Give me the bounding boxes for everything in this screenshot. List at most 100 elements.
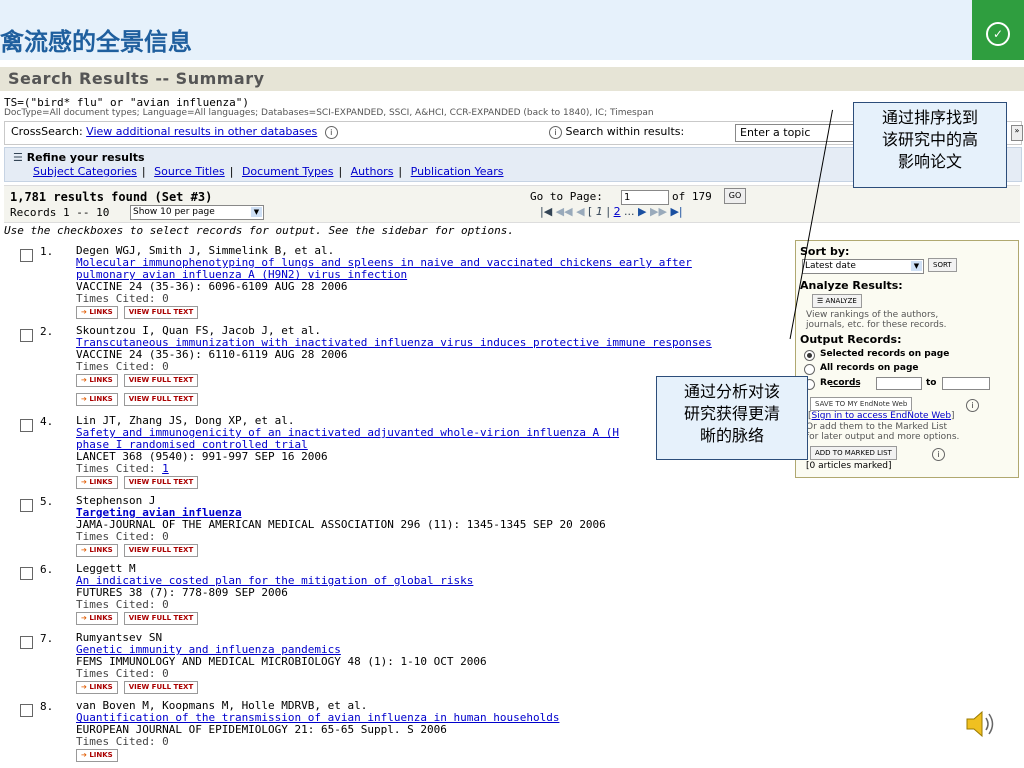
- records-range: Records 1 -- 10: [10, 206, 110, 219]
- record-checkbox[interactable]: [20, 419, 33, 432]
- endnote-signin: [Sign in to access EndNote Web]: [808, 411, 955, 421]
- record-title[interactable]: Molecular immunophenotyping of lungs and…: [76, 257, 776, 281]
- list-icon: ☰: [817, 297, 826, 305]
- current-page: 1: [595, 205, 603, 218]
- marked-desc-line-1: Or add them to the Marked List: [806, 422, 948, 432]
- analyze-desc-line-1: View rankings of the authors,: [806, 310, 939, 320]
- view-full-text-button[interactable]: VIEW FULL TEXT: [123, 306, 199, 319]
- radio-selected-records[interactable]: [804, 350, 815, 361]
- times-cited: Times Cited: 0: [76, 530, 169, 543]
- record-source: EUROPEAN JOURNAL OF EPIDEMIOLOGY 21: 65-…: [76, 723, 447, 736]
- refine-publication-years[interactable]: Publication Years: [411, 165, 504, 178]
- record-checkbox[interactable]: [20, 636, 33, 649]
- view-full-text-button[interactable]: VIEW FULL TEXT: [123, 681, 199, 694]
- record-checkbox[interactable]: [20, 567, 33, 580]
- refine-authors[interactable]: Authors: [351, 165, 394, 178]
- range-to-label: to: [926, 378, 937, 388]
- record-number: 5.: [40, 495, 54, 508]
- links-button[interactable]: ➔ LINKS: [76, 749, 118, 762]
- endnote-signin-link[interactable]: Sign in to access EndNote Web: [812, 411, 952, 421]
- pager: |◀ ◀◀ ◀ [ 1 | 2 ... ▶ ▶▶ ▶|: [540, 205, 683, 218]
- refine-links: Subject Categories | Source Titles | Docum…: [33, 165, 504, 178]
- next-ten-icon[interactable]: ▶▶: [650, 205, 667, 218]
- analyze-callout: 通过分析对该 研究获得更清 晰的脉络: [656, 376, 808, 460]
- view-full-text-button[interactable]: VIEW FULL TEXT: [123, 612, 199, 625]
- links-button[interactable]: ➔ LINKS: [76, 681, 118, 694]
- prev-ten-icon[interactable]: ◀◀: [556, 205, 573, 218]
- radio-label: Selected records on page: [820, 349, 950, 359]
- view-full-text-button[interactable]: VIEW FULL TEXT: [123, 544, 199, 557]
- record-source: FEMS IMMUNOLOGY AND MEDICAL MICROBIOLOGY…: [76, 655, 487, 668]
- circle-icon: ✓: [986, 22, 1010, 46]
- record-number: 7.: [40, 632, 54, 645]
- crosssearch-label-row: CrossSearch: View additional results in …: [11, 125, 338, 139]
- record-number: 4.: [40, 415, 54, 428]
- record-to-input[interactable]: [942, 377, 990, 390]
- sort-callout: 通过排序找到 该研究中的高 影响论文: [853, 102, 1007, 188]
- refine-document-types[interactable]: Document Types: [242, 165, 333, 178]
- radio-label: All records on page: [820, 363, 919, 373]
- times-cited: Times Cited: 0: [76, 735, 169, 748]
- record-checkbox[interactable]: [20, 249, 33, 262]
- page-link-2[interactable]: 2: [614, 205, 621, 218]
- record-checkbox[interactable]: [20, 499, 33, 512]
- save-to-endnote-button[interactable]: SAVE TO MY EndNote Web: [810, 397, 913, 411]
- per-page-select[interactable]: Show 10 per page ▼: [130, 205, 264, 220]
- chevron-down-icon: ▼: [251, 207, 262, 217]
- search-within-input[interactable]: Enter a topic: [735, 124, 871, 142]
- goto-page-label: Go to Page:: [530, 190, 603, 203]
- page-total: of 179: [672, 190, 712, 203]
- callout-pointer-line: [830, 386, 860, 387]
- info-icon[interactable]: i: [966, 399, 979, 412]
- chevron-down-icon: ▼: [911, 261, 922, 271]
- links-button[interactable]: ➔ LINKS: [76, 476, 118, 489]
- goto-page-input[interactable]: 1: [621, 190, 669, 205]
- record-number: 1.: [40, 245, 54, 258]
- view-full-text-button[interactable]: VIEW FULL TEXT: [123, 393, 199, 406]
- record-source: FUTURES 38 (7): 778-809 SEP 2006: [76, 586, 288, 599]
- next-page-icon[interactable]: ▶: [638, 205, 646, 218]
- marked-count: [0 articles marked]: [806, 461, 892, 471]
- info-icon[interactable]: i: [324, 125, 338, 139]
- times-cited: Times Cited: 1: [76, 462, 169, 475]
- links-button[interactable]: ➔ LINKS: [76, 393, 118, 406]
- times-cited-link[interactable]: 1: [162, 462, 169, 475]
- times-cited: Times Cited: 0: [76, 598, 169, 611]
- search-within-label: Search within results:: [565, 125, 685, 138]
- first-page-icon[interactable]: |◀: [540, 205, 552, 218]
- links-button[interactable]: ➔ LINKS: [76, 306, 118, 319]
- links-button[interactable]: ➔ LINKS: [76, 374, 118, 387]
- sort-select[interactable]: Latest date ▼: [802, 259, 924, 274]
- sort-button[interactable]: SORT: [928, 258, 957, 272]
- info-icon[interactable]: i: [549, 125, 562, 139]
- times-cited: Times Cited: 0: [76, 667, 169, 680]
- radio-all-records[interactable]: [804, 364, 815, 375]
- links-button[interactable]: ➔ LINKS: [76, 612, 118, 625]
- info-icon[interactable]: i: [932, 448, 945, 461]
- record-number: 8.: [40, 700, 54, 713]
- view-full-text-button[interactable]: VIEW FULL TEXT: [123, 374, 199, 387]
- analyze-desc-line-2: journals, etc. for these records.: [806, 320, 947, 330]
- output-sidebar: Sort by: Latest date ▼ SORT Analyze Resul…: [795, 240, 1019, 478]
- instruction-text: Use the checkboxes to select records for…: [4, 224, 514, 237]
- goto-page-button[interactable]: GO: [724, 188, 746, 204]
- refine-source-titles[interactable]: Source Titles: [154, 165, 225, 178]
- refine-subject-categories[interactable]: Subject Categories: [33, 165, 137, 178]
- last-page-icon[interactable]: ▶|: [670, 205, 682, 218]
- refine-heading: ☰ Refine your results: [13, 151, 145, 164]
- speaker-icon[interactable]: [965, 707, 997, 741]
- slide-header: 禽流感的全景信息 ✓: [0, 0, 1024, 60]
- prev-page-icon[interactable]: ◀: [576, 205, 584, 218]
- links-button[interactable]: ➔ LINKS: [76, 544, 118, 557]
- search-within-go-button[interactable]: »: [1011, 125, 1023, 141]
- crosssearch-link[interactable]: View additional results in other databas…: [86, 125, 317, 138]
- record-from-input[interactable]: [876, 377, 922, 390]
- view-full-text-button[interactable]: VIEW FULL TEXT: [123, 476, 199, 489]
- analyze-button[interactable]: ☰ ANALYZE: [812, 294, 862, 308]
- page-title: Search Results -- Summary: [8, 69, 265, 88]
- add-to-marked-list-button[interactable]: ADD TO MARKED LIST: [810, 446, 897, 460]
- slide-title: 禽流感的全景信息: [0, 27, 192, 56]
- record-checkbox[interactable]: [20, 704, 33, 717]
- record-checkbox[interactable]: [20, 329, 33, 342]
- filter-icon: ☰: [13, 151, 27, 164]
